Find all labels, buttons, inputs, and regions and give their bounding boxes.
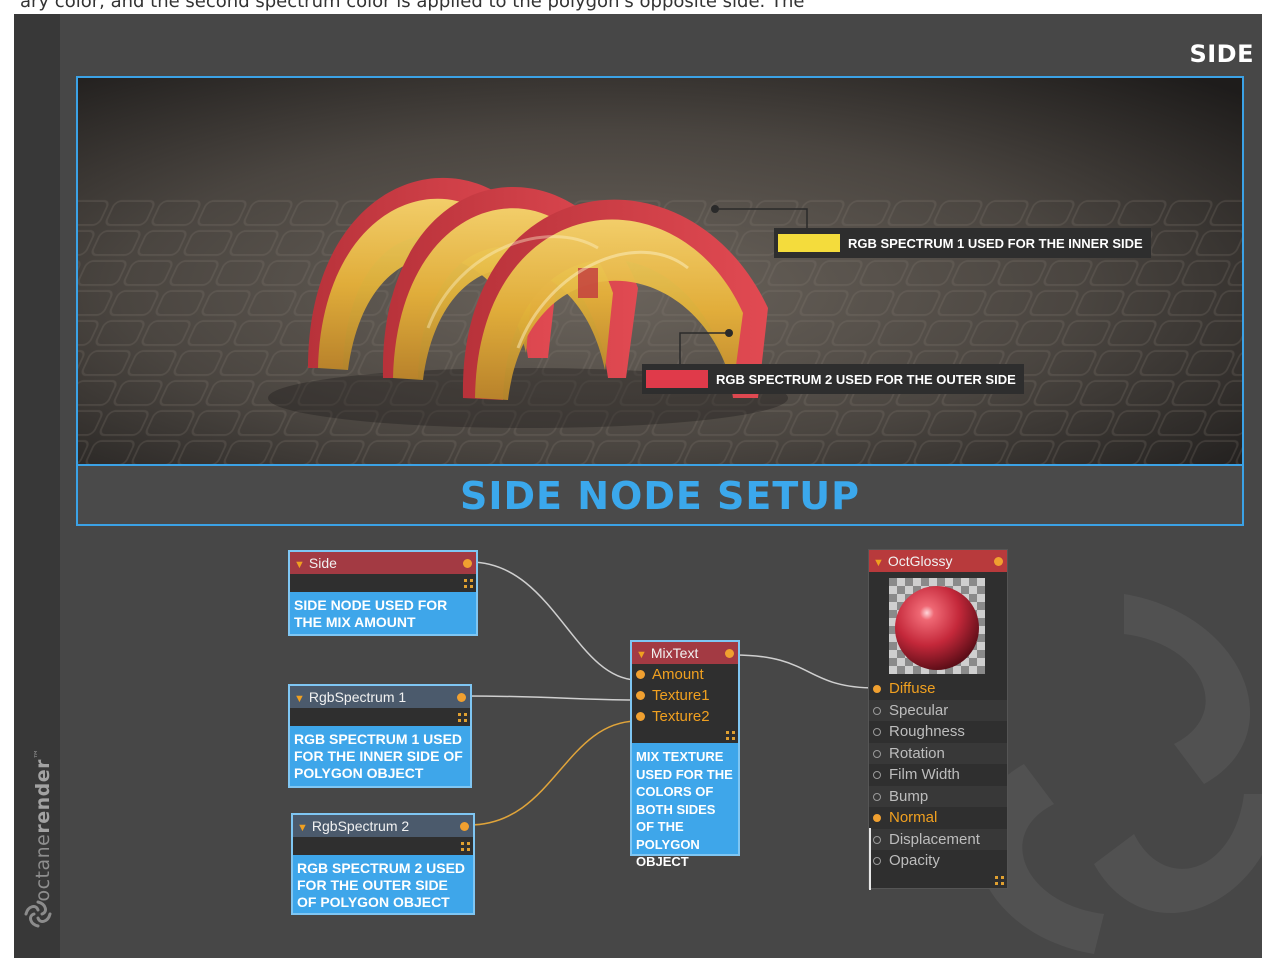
octglossy-node-header[interactable]: ▼ OctGlossy [869,550,1007,572]
param-diffuse[interactable]: Diffuse [869,678,1007,700]
input-port[interactable] [873,814,881,822]
param-label: Specular [889,701,949,719]
collapse-triangle-icon[interactable]: ▼ [297,822,308,834]
param-label: Film Width [889,766,960,783]
mix-input-amount[interactable]: Amount [632,664,738,685]
input-port[interactable] [873,685,881,693]
rgbspectrum2-node-body [293,837,473,855]
input-port[interactable] [636,712,645,721]
param-opacity[interactable]: Opacity [869,850,1007,872]
side-output-port[interactable] [463,559,472,568]
mix-input-label: Texture1 [652,687,710,704]
rgbspectrum1-node-body [290,708,470,726]
rgbspectrum1-output-port[interactable] [457,693,466,702]
mixtexture-node-description: MIX TEXTURE USED FOR THE COLORS OF BOTH … [636,749,733,869]
input-port[interactable] [873,749,881,758]
mixtexture-inputs: Amount Texture1 Texture2 [632,664,738,743]
resize-grip-icon[interactable] [461,842,470,851]
param-rotation[interactable]: Rotation [869,742,1007,764]
rgbspectrum2-node-description: RGB SPECTRUM 2 USED FOR THE OUTER SIDE O… [297,860,466,910]
input-port[interactable] [873,792,881,801]
rgbspectrum1-node-description: RGB SPECTRUM 1 USED FOR THE INNER SIDE O… [294,731,463,781]
rgbspectrum1-node[interactable]: ▼ RgbSpectrum 1 RGB SPECTRUM 1 USED FOR T… [288,684,472,788]
side-node-header[interactable]: ▼ Side [290,552,476,574]
top-text-fragment: ary color, and the second spectrum color… [0,0,1280,14]
param-label: Opacity [889,852,940,869]
rgbspectrum2-node-header[interactable]: ▼ RgbSpectrum 2 [293,815,473,837]
top-text: ary color, and the second spectrum color… [20,0,805,12]
octglossy-output-port[interactable] [994,557,1003,566]
input-port[interactable] [873,706,881,715]
param-specular[interactable]: Specular [869,699,1007,721]
rgbspectrum1-node-title: RgbSpectrum 1 [308,689,407,705]
input-port[interactable] [873,857,881,865]
param-normal[interactable]: Normal [869,807,1007,829]
wire-mix-diffuse [733,654,877,689]
collapse-triangle-icon[interactable]: ▼ [294,559,305,571]
side-node-title: Side [308,555,337,571]
mix-input-texture2[interactable]: Texture2 [632,706,738,727]
wire-rgb2-texture2 [468,720,639,826]
rgbspectrum2-node[interactable]: ▼ RgbSpectrum 2 RGB SPECTRUM 2 USED FOR T… [291,813,475,915]
collapse-triangle-icon[interactable]: ▼ [294,693,305,705]
resize-grip-icon[interactable] [458,713,467,722]
input-port[interactable] [873,771,881,779]
param-label: Normal [889,809,938,826]
material-preview-sphere [889,578,985,674]
param-label: Diffuse [889,680,936,697]
mixtexture-output-port[interactable] [725,649,734,658]
side-node[interactable]: ▼ Side SIDE NODE USED FOR THE MIX AMOUNT [288,550,478,636]
rgbspectrum2-node-title: RgbSpectrum 2 [311,818,410,834]
octglossy-node[interactable]: ▼ OctGlossy Diffuse Specular Roughness R… [868,549,1008,890]
resize-grip-icon[interactable] [995,876,1004,885]
param-label: Bump [889,787,929,805]
input-port[interactable] [636,670,645,679]
param-bump[interactable]: Bump [869,785,1007,807]
input-port[interactable] [873,835,881,844]
resize-grip-icon[interactable] [726,731,735,740]
mixtexture-grip-row [632,727,738,743]
wire-side-amount [469,561,639,681]
rgbspectrum2-output-port[interactable] [460,822,469,831]
param-roughness[interactable]: Roughness [869,721,1007,743]
side-node-body [290,574,476,592]
mixtexture-node-header[interactable]: ▼ MixText [632,642,738,664]
input-port[interactable] [873,728,881,736]
mix-input-label: Amount [652,666,704,683]
mix-input-label: Texture2 [652,708,710,725]
normal-input-wire [869,828,871,890]
octglossy-params: Diffuse Specular Roughness Rotation Film… [869,678,1007,872]
slide-frame: octanerender™ SIDE RGB SPECTRUM 1 USED F… [14,14,1262,958]
input-port[interactable] [636,691,645,700]
mix-input-texture1[interactable]: Texture1 [632,685,738,706]
param-displacement[interactable]: Displacement [869,828,1007,850]
collapse-triangle-icon[interactable]: ▼ [636,649,647,661]
param-label: Roughness [889,723,965,740]
resize-grip-icon[interactable] [464,579,473,588]
mixtexture-node-title: MixText [650,645,699,661]
collapse-triangle-icon[interactable]: ▼ [873,557,884,569]
param-label: Rotation [889,744,945,762]
param-film-width[interactable]: Film Width [869,764,1007,786]
mixtexture-node[interactable]: ▼ MixText Amount Texture1 Texture2 MIX TE… [630,640,740,869]
side-node-description: SIDE NODE USED FOR THE MIX AMOUNT [294,597,448,630]
param-label: Displacement [889,830,980,848]
rgbspectrum1-node-header[interactable]: ▼ RgbSpectrum 1 [290,686,470,708]
octglossy-node-title: OctGlossy [887,553,953,569]
wire-rgb1-texture1 [463,695,639,701]
